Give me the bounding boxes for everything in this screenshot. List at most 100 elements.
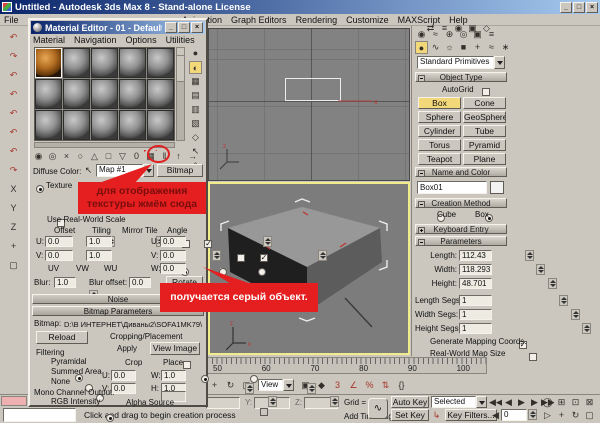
collapse-icon[interactable] [418, 170, 425, 177]
blur-field[interactable]: 1.0 [54, 277, 76, 288]
creation-method-rollout[interactable]: Creation Method [415, 198, 507, 208]
make-preview-icon[interactable]: ▧ [189, 117, 202, 130]
restrict-z-button[interactable]: Z [7, 221, 20, 234]
render-scene-dialog-icon[interactable]: ▣ [466, 22, 479, 35]
texture-radio[interactable] [36, 185, 44, 193]
material-sample-slot[interactable] [147, 110, 174, 140]
macro-recorder-field[interactable] [1, 396, 27, 406]
teapot-button[interactable]: Teapot [418, 153, 461, 165]
previous-frame-button[interactable]: ◀ [502, 396, 515, 409]
timeline-ruler[interactable]: 5060708090100 [206, 357, 487, 374]
cone-button[interactable]: Cone [463, 97, 506, 109]
material-sample-slot[interactable] [35, 48, 62, 78]
w-angle-field[interactable]: 0.0 [160, 263, 186, 274]
background-icon[interactable]: ▦ [189, 75, 202, 88]
restrict-x-button[interactable]: X [7, 183, 20, 196]
wu-radio[interactable] [258, 268, 266, 276]
angle-snap-toggle-icon[interactable]: ↶ [7, 145, 20, 158]
material-editor-icon[interactable]: ◉ [452, 22, 465, 35]
sample-uv-tiling-icon[interactable]: ▤ [189, 89, 202, 102]
apply-checkbox[interactable] [183, 361, 191, 369]
go-to-start-button[interactable]: ◀◀ [489, 396, 502, 409]
collapse-icon[interactable] [418, 75, 425, 82]
height-spinner[interactable] [548, 278, 557, 289]
quick-render-icon[interactable]: ◇ [480, 22, 493, 35]
plane-button[interactable]: Plane [463, 153, 506, 165]
snap-toggle-icon[interactable]: ↶ [7, 126, 20, 139]
scroll-thumb[interactable] [177, 56, 184, 82]
slot-scrollbar[interactable] [176, 47, 185, 141]
material-sample-slot[interactable] [119, 48, 146, 78]
scroll-up-arrow[interactable] [177, 48, 184, 56]
v-tiling-spinner[interactable] [212, 250, 221, 261]
make-unique-icon[interactable]: □ [102, 150, 115, 163]
me-menu-options[interactable]: Options [126, 35, 157, 45]
menu-file[interactable]: File [4, 15, 19, 25]
width-segs-spinner[interactable] [571, 309, 580, 320]
object-name-field[interactable]: Box01 [417, 181, 487, 194]
pan-icon[interactable]: + [555, 409, 568, 422]
go-forward-to-sibling-icon[interactable]: → [186, 150, 199, 163]
material-id-channel-icon[interactable]: 0 [130, 150, 143, 163]
crop-v-field[interactable]: 0.0 [111, 383, 136, 394]
collapse-icon[interactable] [418, 239, 425, 246]
menu-graph-editors[interactable]: Graph Editors [231, 15, 287, 25]
space-warps-tab-icon[interactable]: ≈ [485, 41, 498, 54]
chevron-down-icon[interactable] [283, 379, 294, 391]
map-name-dropdown[interactable]: Map #1 [96, 164, 154, 177]
zoom-extents-all-icon[interactable]: ⊠ [583, 396, 596, 409]
length-segs-spinner[interactable] [559, 295, 568, 306]
length-spinner[interactable] [525, 250, 534, 261]
make-material-copy-icon[interactable]: △ [88, 150, 101, 163]
select-and-move-icon[interactable]: + [7, 240, 20, 253]
sample-type-icon[interactable]: ● [189, 47, 202, 60]
select-object-icon[interactable]: ▢ [7, 259, 20, 272]
chevron-down-icon[interactable] [476, 396, 487, 408]
put-material-to-scene-icon[interactable]: ◎ [46, 150, 59, 163]
bitmap-path[interactable]: D:\В ИНТЕРНЕТ\Диваны2\SOFA1MK79\... [64, 320, 202, 330]
keyboard-entry-rollout[interactable]: Keyboard Entry [415, 224, 507, 234]
pyramid-button[interactable]: Pyramid [463, 139, 506, 151]
crop-u-field[interactable]: 0.0 [111, 370, 136, 381]
material-sample-slot[interactable] [147, 48, 174, 78]
put-to-library-icon[interactable]: ▽ [116, 150, 129, 163]
material-sample-slot[interactable] [91, 48, 118, 78]
object-type-rollout[interactable]: Object Type [415, 72, 507, 82]
select-and-manipulate-icon[interactable]: ◆ [315, 379, 328, 392]
v-tile-checkbox[interactable] [260, 254, 268, 262]
u-angle-field[interactable]: 0.0 [160, 236, 186, 247]
material-sample-slot[interactable] [119, 79, 146, 109]
keyboard-override-icon[interactable]: {} [395, 379, 408, 392]
minimize-button[interactable]: _ [560, 2, 572, 13]
geometry-tab-icon[interactable]: ● [415, 41, 428, 54]
material-sample-slot[interactable] [35, 110, 62, 140]
chevron-down-icon[interactable] [143, 164, 154, 177]
x-coordinate-field[interactable] [206, 397, 240, 409]
material-sample-slot[interactable] [63, 110, 90, 140]
crop-radio[interactable] [201, 375, 209, 383]
length-segs-field[interactable]: 1 [459, 295, 492, 306]
shapes-tab-icon[interactable]: ∿ [429, 41, 442, 54]
material-editor-options-icon[interactable]: ◇ [189, 131, 202, 144]
reload-button[interactable]: Reload [36, 331, 88, 344]
undo-icon[interactable]: ↶ [7, 31, 20, 44]
percent-snap-icon[interactable]: % [363, 379, 376, 392]
curve-editor-button[interactable]: ∿ [368, 398, 388, 419]
select-and-link-icon[interactable]: ↶ [7, 69, 20, 82]
blur-offset-field[interactable]: 0.0 [129, 277, 151, 288]
close-button[interactable]: × [586, 2, 598, 13]
height-segs-spinner[interactable] [582, 323, 591, 334]
listener-input[interactable] [3, 408, 76, 422]
crop-w-spinner[interactable] [307, 383, 316, 394]
systems-tab-icon[interactable]: ∗ [499, 41, 512, 54]
restrict-y-button[interactable]: Y [7, 202, 20, 215]
me-menu-utilities[interactable]: Utilities [166, 35, 195, 45]
v-mirror-checkbox[interactable] [237, 254, 245, 262]
u-offset-field[interactable]: 0.0 [45, 236, 73, 247]
restore-button[interactable]: □ [573, 2, 585, 13]
u-tiling-field[interactable]: 1.0 [86, 236, 112, 247]
backlight-icon[interactable]: ◐ [189, 61, 202, 74]
viewport-top[interactable] [208, 28, 410, 181]
frame-spinner[interactable] [528, 409, 537, 420]
u-tile-checkbox[interactable] [204, 240, 212, 248]
